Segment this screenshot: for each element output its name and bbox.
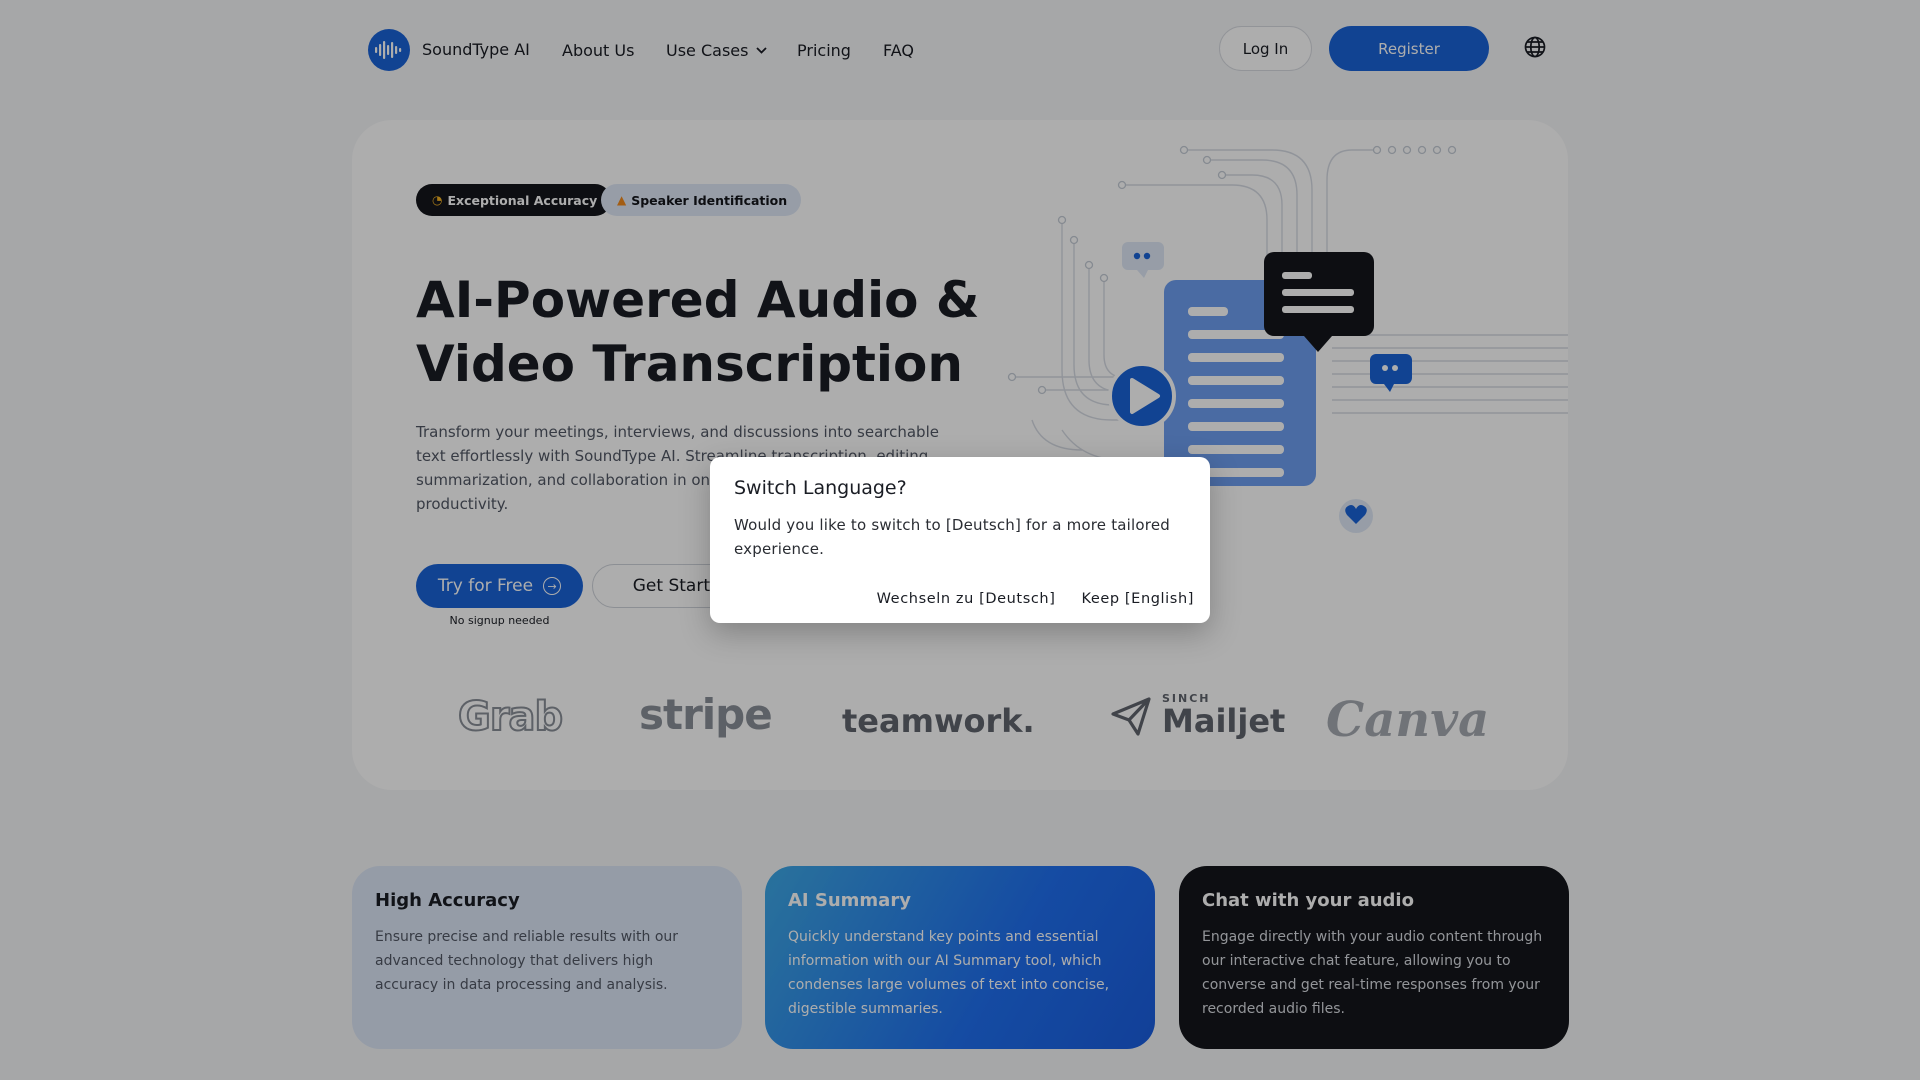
switch-language-dialog: Switch Language? Would you like to switc… [710,457,1210,623]
dialog-title: Switch Language? [734,477,907,499]
switch-to-deutsch-button[interactable]: Wechseln zu [Deutsch] [877,591,1056,607]
dialog-actions: Wechseln zu [Deutsch] Keep [English] [877,591,1194,607]
keep-english-button[interactable]: Keep [English] [1081,591,1194,607]
dialog-message: Would you like to switch to [Deutsch] fo… [734,516,1170,558]
